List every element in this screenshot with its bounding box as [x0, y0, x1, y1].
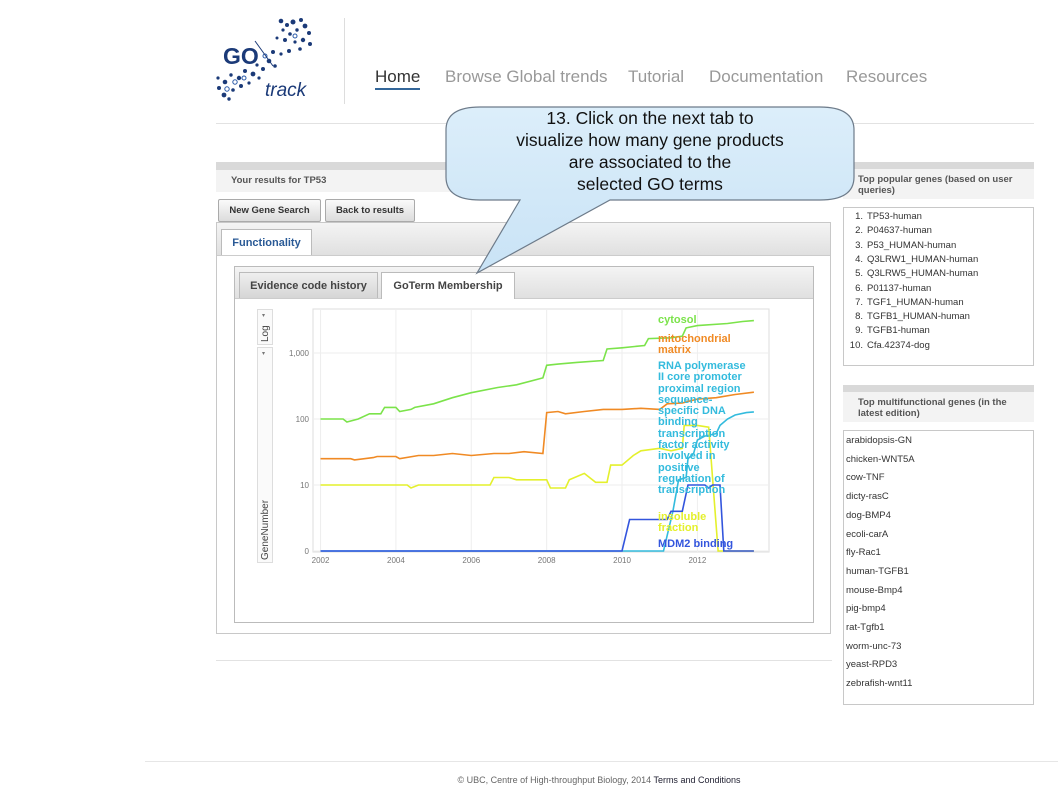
popular-gene-label: TGFB1_HUMAN-human: [867, 311, 970, 323]
logo-title: GO: [223, 43, 259, 69]
multifunctional-gene-item[interactable]: arabidopsis-GN: [846, 435, 912, 446]
multifunctional-gene-item[interactable]: rat-Tgfb1: [846, 622, 885, 633]
popular-genes-list: 1. TP53-human 2. P04637-human 3. P53_HUMAN-hu…: [843, 207, 1034, 366]
y-tick-label: 1,000: [289, 349, 310, 358]
results-title: Your results for TP53: [231, 175, 327, 186]
multifunctional-gene-item[interactable]: dicty-rasC: [846, 491, 889, 502]
popular-gene-item[interactable]: 5. Q3LRW5_HUMAN-human: [848, 268, 978, 279]
multifunctional-gene-item[interactable]: worm-unc-73: [846, 641, 901, 652]
callout-line-3: are associated to the: [568, 152, 732, 172]
popular-gene-label: Q3LRW5_HUMAN-human: [867, 268, 979, 280]
tab-functionality[interactable]: Functionality: [221, 229, 312, 255]
multifunctional-gene-item[interactable]: pig-bmp4: [846, 603, 886, 614]
multifunctional-gene-item[interactable]: dog-BMP4: [846, 510, 891, 521]
popular-gene-item[interactable]: 8. TGFB1_HUMAN-human: [848, 311, 970, 322]
nav-browse-global-trends[interactable]: Browse Global trends: [445, 67, 608, 87]
header-divider: [344, 18, 345, 104]
x-tick-label: 2004: [387, 556, 405, 565]
footer: © UBC, Centre of High-throughput Biology…: [0, 775, 1058, 785]
y-tick-label: 10: [300, 481, 309, 490]
popular-gene-rank: 7.: [855, 296, 863, 308]
popular-gene-label: P01137-human: [867, 282, 932, 294]
legend-insoluble-fraction[interactable]: insoluble fraction: [658, 511, 748, 535]
popular-bar: [843, 162, 1034, 169]
multifunctional-gene-item[interactable]: yeast-RPD3: [846, 659, 897, 670]
popular-title: Top popular genes (based on user queries…: [843, 169, 1034, 199]
multifunctional-gene-item[interactable]: chicken-WNT5A: [846, 454, 915, 465]
popular-gene-item[interactable]: 4. Q3LRW1_HUMAN-human: [848, 254, 978, 265]
nav-resources[interactable]: Resources: [846, 67, 927, 87]
footer-rule: [145, 761, 1058, 762]
nav-documentation[interactable]: Documentation: [709, 67, 823, 87]
popular-gene-rank: 10.: [849, 339, 863, 351]
popular-gene-rank: 8.: [855, 311, 863, 323]
legend-rna-polymerase[interactable]: RNA polymerase II core promoter proximal…: [658, 360, 748, 497]
popular-gene-label: Cfa.42374-dog: [867, 339, 930, 351]
popular-gene-item[interactable]: 3. P53_HUMAN-human: [848, 240, 956, 251]
nav-tutorial[interactable]: Tutorial: [628, 67, 684, 87]
callout-line-2: visualize how many gene products: [516, 130, 784, 150]
multifunctional-gene-item[interactable]: fly-Rac1: [846, 547, 881, 558]
multi-bar: [843, 385, 1034, 392]
multifunctional-genes-list: arabidopsis-GN chicken-WNT5A cow-TNF dicty-…: [843, 430, 1034, 705]
popular-gene-label: TGFB1-human: [867, 325, 930, 337]
y-tick-label: 0: [305, 547, 310, 556]
popular-gene-item[interactable]: 2. P04637-human: [848, 225, 932, 236]
popular-gene-item[interactable]: 7. TGF1_HUMAN-human: [848, 297, 964, 308]
gotrack-logo[interactable]: GO track: [215, 16, 315, 106]
tab-evidence-code-history[interactable]: Evidence code history: [239, 272, 378, 298]
new-gene-search-button[interactable]: New Gene Search: [218, 199, 321, 222]
x-tick-label: 2008: [538, 556, 556, 565]
callout-line-4: selected GO terms: [577, 174, 723, 194]
multifunctional-title: Top multifunctional genes (in the latest…: [843, 392, 1034, 422]
x-tick-label: 2002: [312, 556, 330, 565]
popular-gene-label: Q3LRW1_HUMAN-human: [867, 253, 979, 265]
x-tick-label: 2012: [688, 556, 706, 565]
legend-cytosol[interactable]: cytosol: [658, 314, 748, 326]
popular-gene-item[interactable]: 9. TGFB1-human: [848, 325, 930, 336]
callout-line-1: 13. Click on the next tab to: [546, 108, 754, 128]
y-tick-label: 100: [296, 415, 310, 424]
popular-gene-rank: 6.: [855, 282, 863, 294]
logo-dots-icon: GO track: [216, 18, 312, 101]
legend-mdm2-binding[interactable]: MDM2 binding: [658, 538, 748, 550]
popular-gene-label: TGF1_HUMAN-human: [867, 296, 964, 308]
multifunctional-gene-item[interactable]: human-TGFB1: [846, 566, 909, 577]
x-tick-label: 2010: [613, 556, 631, 565]
multifunctional-gene-item[interactable]: mouse-Bmp4: [846, 585, 903, 596]
x-tick-label: 2006: [462, 556, 480, 565]
multifunctional-gene-item[interactable]: ecoli-carA: [846, 529, 888, 540]
terms-link[interactable]: Terms and Conditions: [653, 775, 740, 785]
popular-gene-item[interactable]: 6. P01137-human: [848, 283, 931, 294]
multifunctional-gene-item[interactable]: cow-TNF: [846, 472, 885, 483]
popular-gene-label: TP53-human: [867, 211, 922, 222]
popular-gene-item[interactable]: 10. Cfa.42374-dog: [848, 340, 930, 351]
nav-home[interactable]: Home: [375, 67, 421, 90]
logo-subtitle: track: [265, 80, 308, 101]
popular-gene-label: P04637-human: [867, 225, 932, 237]
legend-mitochondrial-matrix[interactable]: mitochondrial matrix: [658, 333, 748, 357]
back-to-results-button[interactable]: Back to results: [325, 199, 415, 222]
footer-text: © UBC, Centre of High-throughput Biology…: [457, 775, 652, 785]
content-bottom-rule: [216, 660, 832, 661]
popular-gene-label: P53_HUMAN-human: [867, 239, 957, 251]
multifunctional-gene-item[interactable]: zebrafish-wnt11: [846, 678, 912, 689]
popular-gene-rank: 9.: [855, 325, 863, 337]
